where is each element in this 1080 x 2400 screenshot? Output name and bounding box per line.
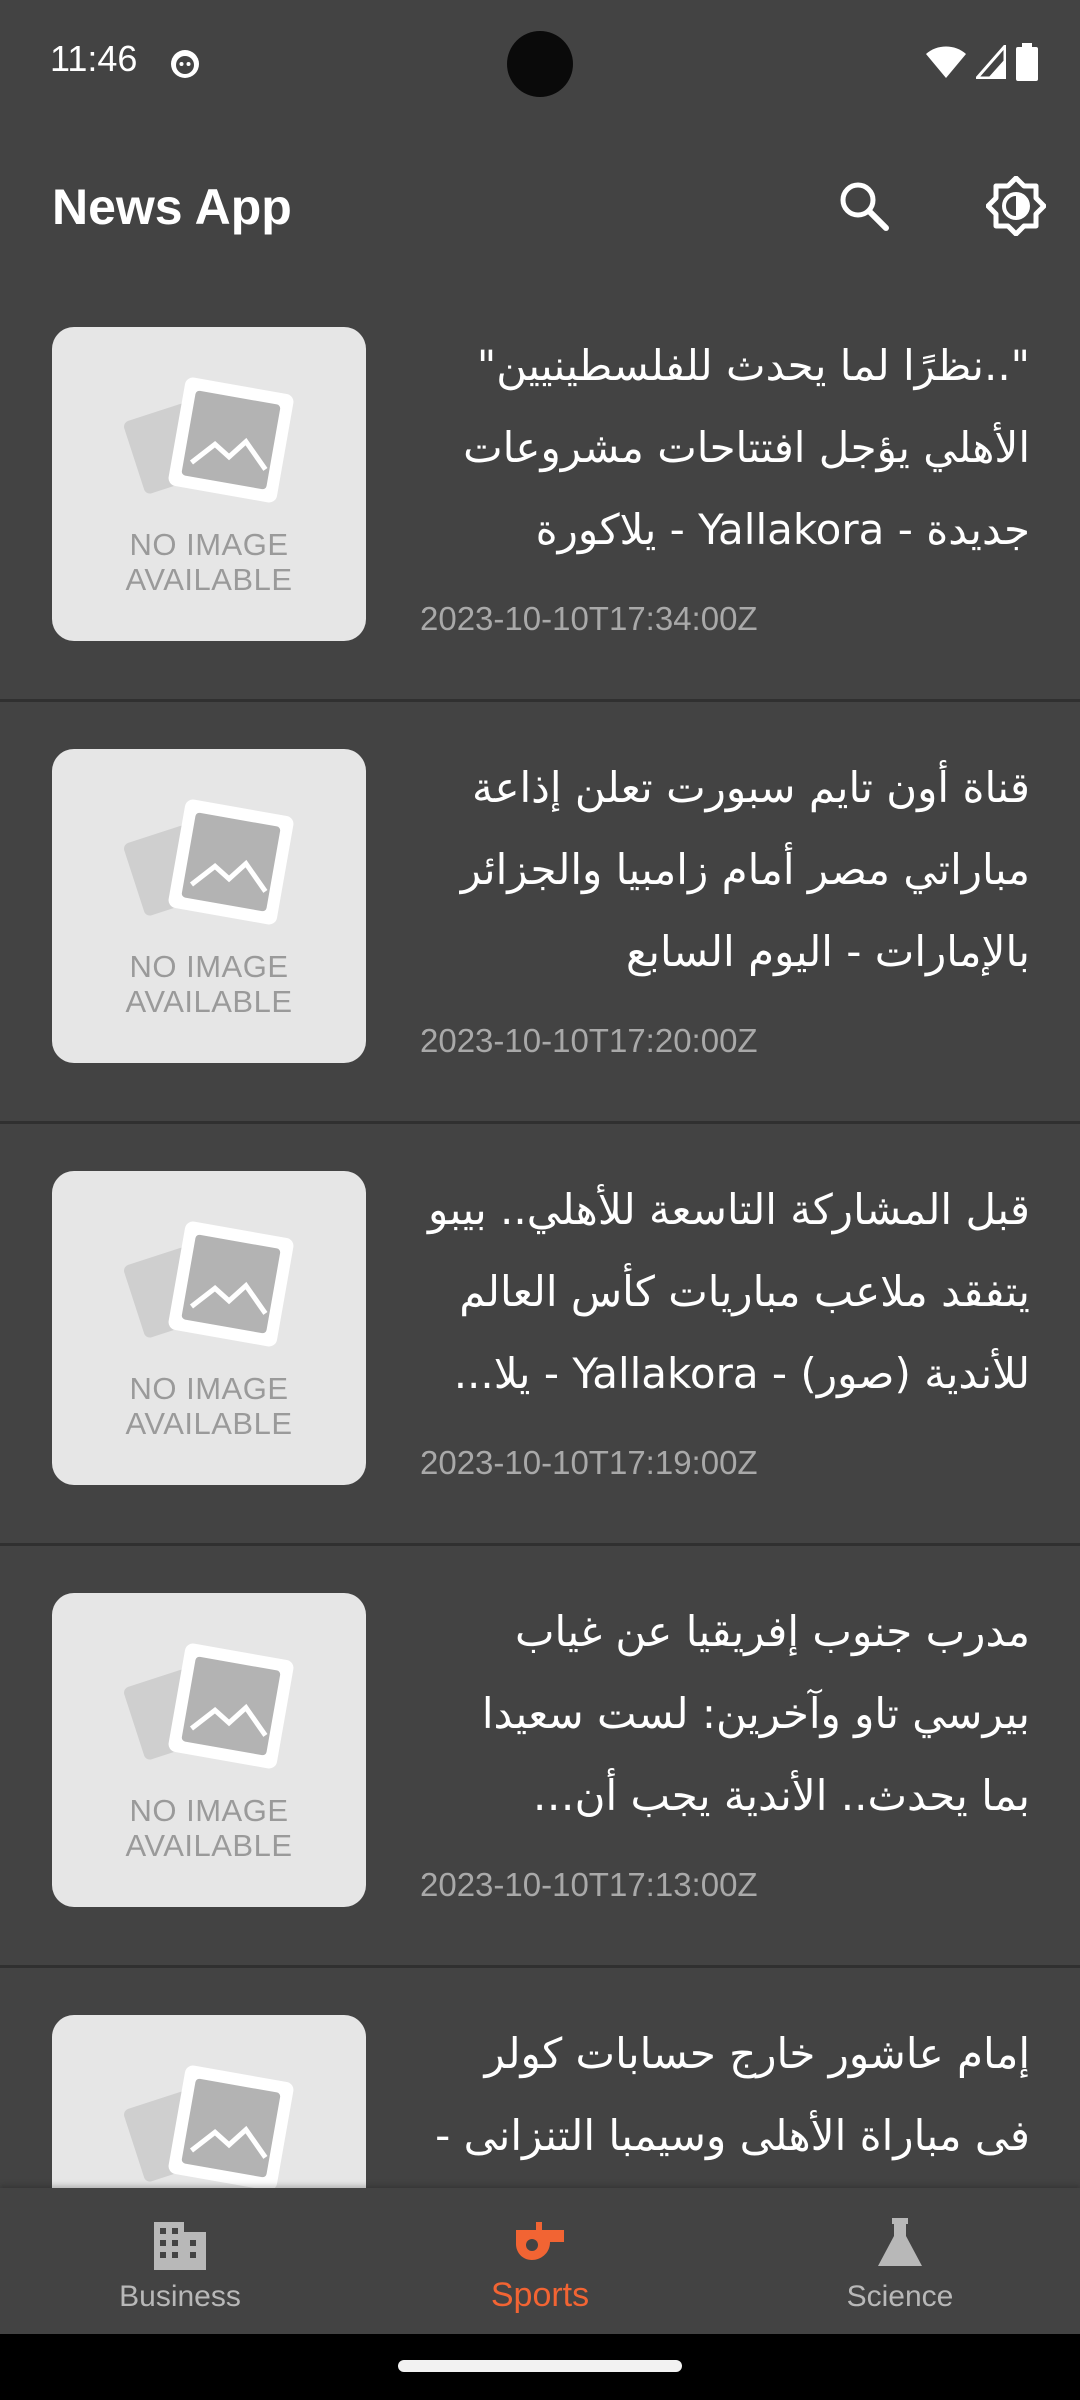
- news-title[interactable]: مدرب جنوب إفريقيا عن غياب بيرسي تاو وآخر…: [420, 1591, 1030, 1837]
- image-placeholder-icon: [124, 799, 294, 925]
- image-placeholder-icon: [124, 1221, 294, 1347]
- news-item[interactable]: NO IMAGE AVAILABLE قناة أون تايم سبورت ت…: [0, 702, 1080, 1124]
- no-image-text: NO IMAGE AVAILABLE: [125, 1371, 293, 1441]
- no-image-text: NO IMAGE AVAILABLE: [125, 527, 293, 597]
- nav-item-science[interactable]: Science: [720, 2188, 1080, 2334]
- status-bar: 11:46: [0, 0, 1080, 130]
- image-placeholder-icon: [124, 2065, 294, 2188]
- building-icon: [154, 2222, 206, 2270]
- image-placeholder-icon: [124, 377, 294, 503]
- wifi-icon: [926, 46, 966, 78]
- no-image-text: NO IMAGE AVAILABLE: [125, 1793, 293, 1863]
- gesture-navigation-area: [0, 2334, 1080, 2400]
- news-title[interactable]: "..نظرًا لما يحدث للفلسطينيين" الأهلي يؤ…: [420, 325, 1030, 571]
- no-image-text: NO IMAGE AVAILABLE: [125, 949, 293, 1019]
- news-thumbnail: NO IMAGE AVAILABLE: [52, 1171, 366, 1485]
- status-icons: [926, 42, 1038, 82]
- app-bar: News App: [0, 130, 1080, 280]
- status-time: 11:46: [50, 38, 138, 79]
- nav-label-sports: Sports: [490, 2276, 590, 2314]
- news-item[interactable]: NO IMAGE AVAILABLE قبل المشاركة التاسعة …: [0, 1124, 1080, 1546]
- notification-cat-icon: [171, 50, 199, 78]
- news-title[interactable]: قبل المشاركة التاسعة للأهلي.. بيبو يتفقد…: [420, 1169, 1030, 1415]
- news-date: 2023-10-10T17:20:00Z: [420, 1022, 758, 1059]
- home-gesture-handle[interactable]: [398, 2360, 682, 2372]
- search-icon: [840, 182, 889, 231]
- news-list[interactable]: NO IMAGE AVAILABLE "..نظرًا لما يحدث للف…: [0, 280, 1080, 2188]
- news-thumbnail: NO IMAGE AVAILABLE: [52, 1593, 366, 1907]
- whistle-icon: [516, 2222, 564, 2260]
- news-item[interactable]: NO IMAGE AVAILABLE إمام عاشور خارج حسابا…: [0, 1968, 1080, 2188]
- theme-toggle-button[interactable]: [976, 166, 1056, 246]
- nav-label-science: Science: [846, 2280, 954, 2313]
- news-title[interactable]: قناة أون تايم سبورت تعلن إذاعة مباراتي م…: [420, 747, 1030, 993]
- news-item[interactable]: NO IMAGE AVAILABLE "..نظرًا لما يحدث للف…: [0, 280, 1080, 702]
- nav-label-business: Business: [119, 2280, 241, 2313]
- flask-icon: [878, 2218, 922, 2266]
- news-thumbnail: NO IMAGE AVAILABLE: [52, 749, 366, 1063]
- bottom-navigation: Business Sports Science: [0, 2188, 1080, 2334]
- app-title: News App: [52, 179, 292, 235]
- news-date: 2023-10-10T17:13:00Z: [420, 1866, 758, 1903]
- news-title[interactable]: إمام عاشور خارج حسابات كولر فى مباراة ال…: [420, 2013, 1030, 2177]
- news-date: 2023-10-10T17:19:00Z: [420, 1444, 758, 1481]
- nav-item-sports[interactable]: Sports: [360, 2188, 720, 2334]
- news-thumbnail: NO IMAGE AVAILABLE: [52, 327, 366, 641]
- news-item[interactable]: NO IMAGE AVAILABLE مدرب جنوب إفريقيا عن …: [0, 1546, 1080, 1968]
- nav-item-business[interactable]: Business: [0, 2188, 360, 2334]
- news-date: 2023-10-10T17:34:00Z: [420, 600, 758, 637]
- search-button[interactable]: [824, 166, 904, 246]
- image-placeholder-icon: [124, 1643, 294, 1769]
- camera-cutout: [507, 31, 573, 97]
- news-thumbnail: NO IMAGE AVAILABLE: [52, 2015, 366, 2188]
- brightness-icon: [986, 176, 1046, 236]
- signal-icon: [976, 45, 1006, 79]
- battery-icon: [1016, 43, 1038, 81]
